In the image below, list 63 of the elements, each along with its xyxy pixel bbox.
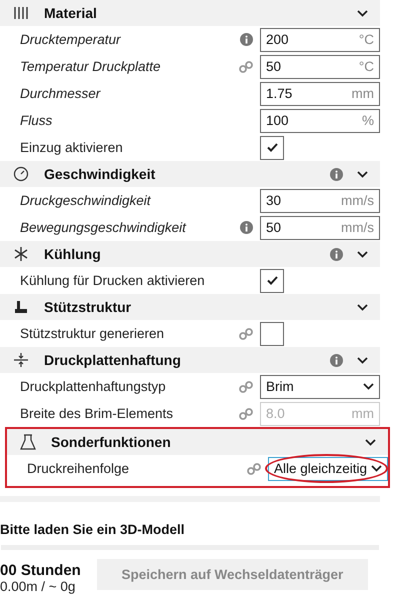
setting-label: Bewegungsgeschwindigkeit (20, 220, 188, 235)
number-field[interactable]: 1.75 mm (260, 82, 380, 106)
number-field[interactable]: 100 % (260, 108, 380, 132)
category-header[interactable]: Geschwindigkeit (0, 161, 380, 187)
info-icon[interactable] (240, 221, 252, 234)
info-icon[interactable] (330, 354, 343, 366)
link-icon[interactable] (247, 462, 261, 474)
check-icon (266, 276, 278, 285)
chevron-down-icon[interactable] (365, 438, 376, 446)
category-title: Druckplattenhaftung (44, 352, 182, 368)
gauge-icon (12, 166, 30, 182)
caret-icon[interactable] (363, 383, 374, 390)
category-title: Material (44, 5, 98, 21)
category-title: Sonderfunktionen (51, 434, 172, 450)
category-header[interactable]: Material (0, 0, 380, 26)
chevron-down-icon[interactable] (357, 10, 368, 16)
setting-label: Fluss (20, 113, 54, 128)
spool-icon (12, 5, 30, 21)
setting-label: Kühlung für Drucken aktivieren (20, 273, 206, 288)
setting-label: Druckgeschwindigkeit (20, 193, 152, 208)
material-usage: 0.00m / ~ 0g (0, 579, 76, 594)
link-icon[interactable] (239, 328, 253, 340)
flask-icon (19, 434, 37, 450)
setting-label: Druckplattenhaftungstyp (20, 379, 167, 394)
print-time: 00 Stunden (0, 562, 81, 579)
chevron-down-icon[interactable] (357, 304, 368, 310)
info-icon[interactable] (240, 33, 252, 46)
category-title: Geschwindigkeit (44, 166, 156, 182)
status-message: Bitte laden Sie ein 3D-Modell (0, 522, 186, 537)
checkbox[interactable] (260, 268, 284, 292)
check-icon (266, 143, 278, 152)
setting-label: Drucktemperatur (20, 32, 122, 47)
category-header[interactable]: Sonderfunktionen (7, 429, 388, 455)
info-icon[interactable] (330, 248, 343, 260)
setting-label: Einzug aktivieren (20, 140, 124, 155)
checkbox[interactable] (260, 322, 284, 346)
support-icon (12, 299, 30, 315)
category-title: Kühlung (44, 246, 102, 262)
link-icon[interactable] (239, 380, 253, 392)
category-header[interactable]: Stützstruktur (0, 294, 380, 320)
link-icon[interactable] (239, 60, 253, 72)
number-field[interactable]: 50 mm/s (260, 216, 380, 240)
adhesion-icon (12, 352, 30, 368)
setting-label: Stützstruktur generieren (20, 326, 166, 341)
chevron-down-icon[interactable] (357, 170, 368, 178)
category-header[interactable]: Druckplattenhaftung (0, 347, 380, 373)
caret-icon[interactable] (371, 465, 382, 472)
fan-icon (12, 246, 30, 262)
number-field[interactable]: 30 mm/s (260, 188, 380, 212)
chevron-down-icon[interactable] (357, 356, 368, 364)
dropdown[interactable]: Alle gleichzeitig (268, 456, 388, 480)
dropdown[interactable]: Brim (260, 374, 380, 398)
chevron-down-icon[interactable] (357, 250, 368, 258)
category-header[interactable]: Kühlung (0, 241, 380, 267)
category-title: Stützstruktur (44, 299, 132, 315)
checkbox[interactable] (260, 136, 284, 160)
number-field[interactable]: 50 °C (260, 54, 380, 78)
number-field[interactable]: 200 °C (260, 28, 380, 52)
info-icon[interactable] (330, 168, 343, 180)
setting-label: Druckreihenfolge (27, 461, 130, 476)
setting-label: Durchmesser (20, 86, 102, 101)
setting-label: Breite des Brim-Elements (20, 406, 174, 421)
setting-label: Temperatur Druckplatte (20, 59, 162, 74)
